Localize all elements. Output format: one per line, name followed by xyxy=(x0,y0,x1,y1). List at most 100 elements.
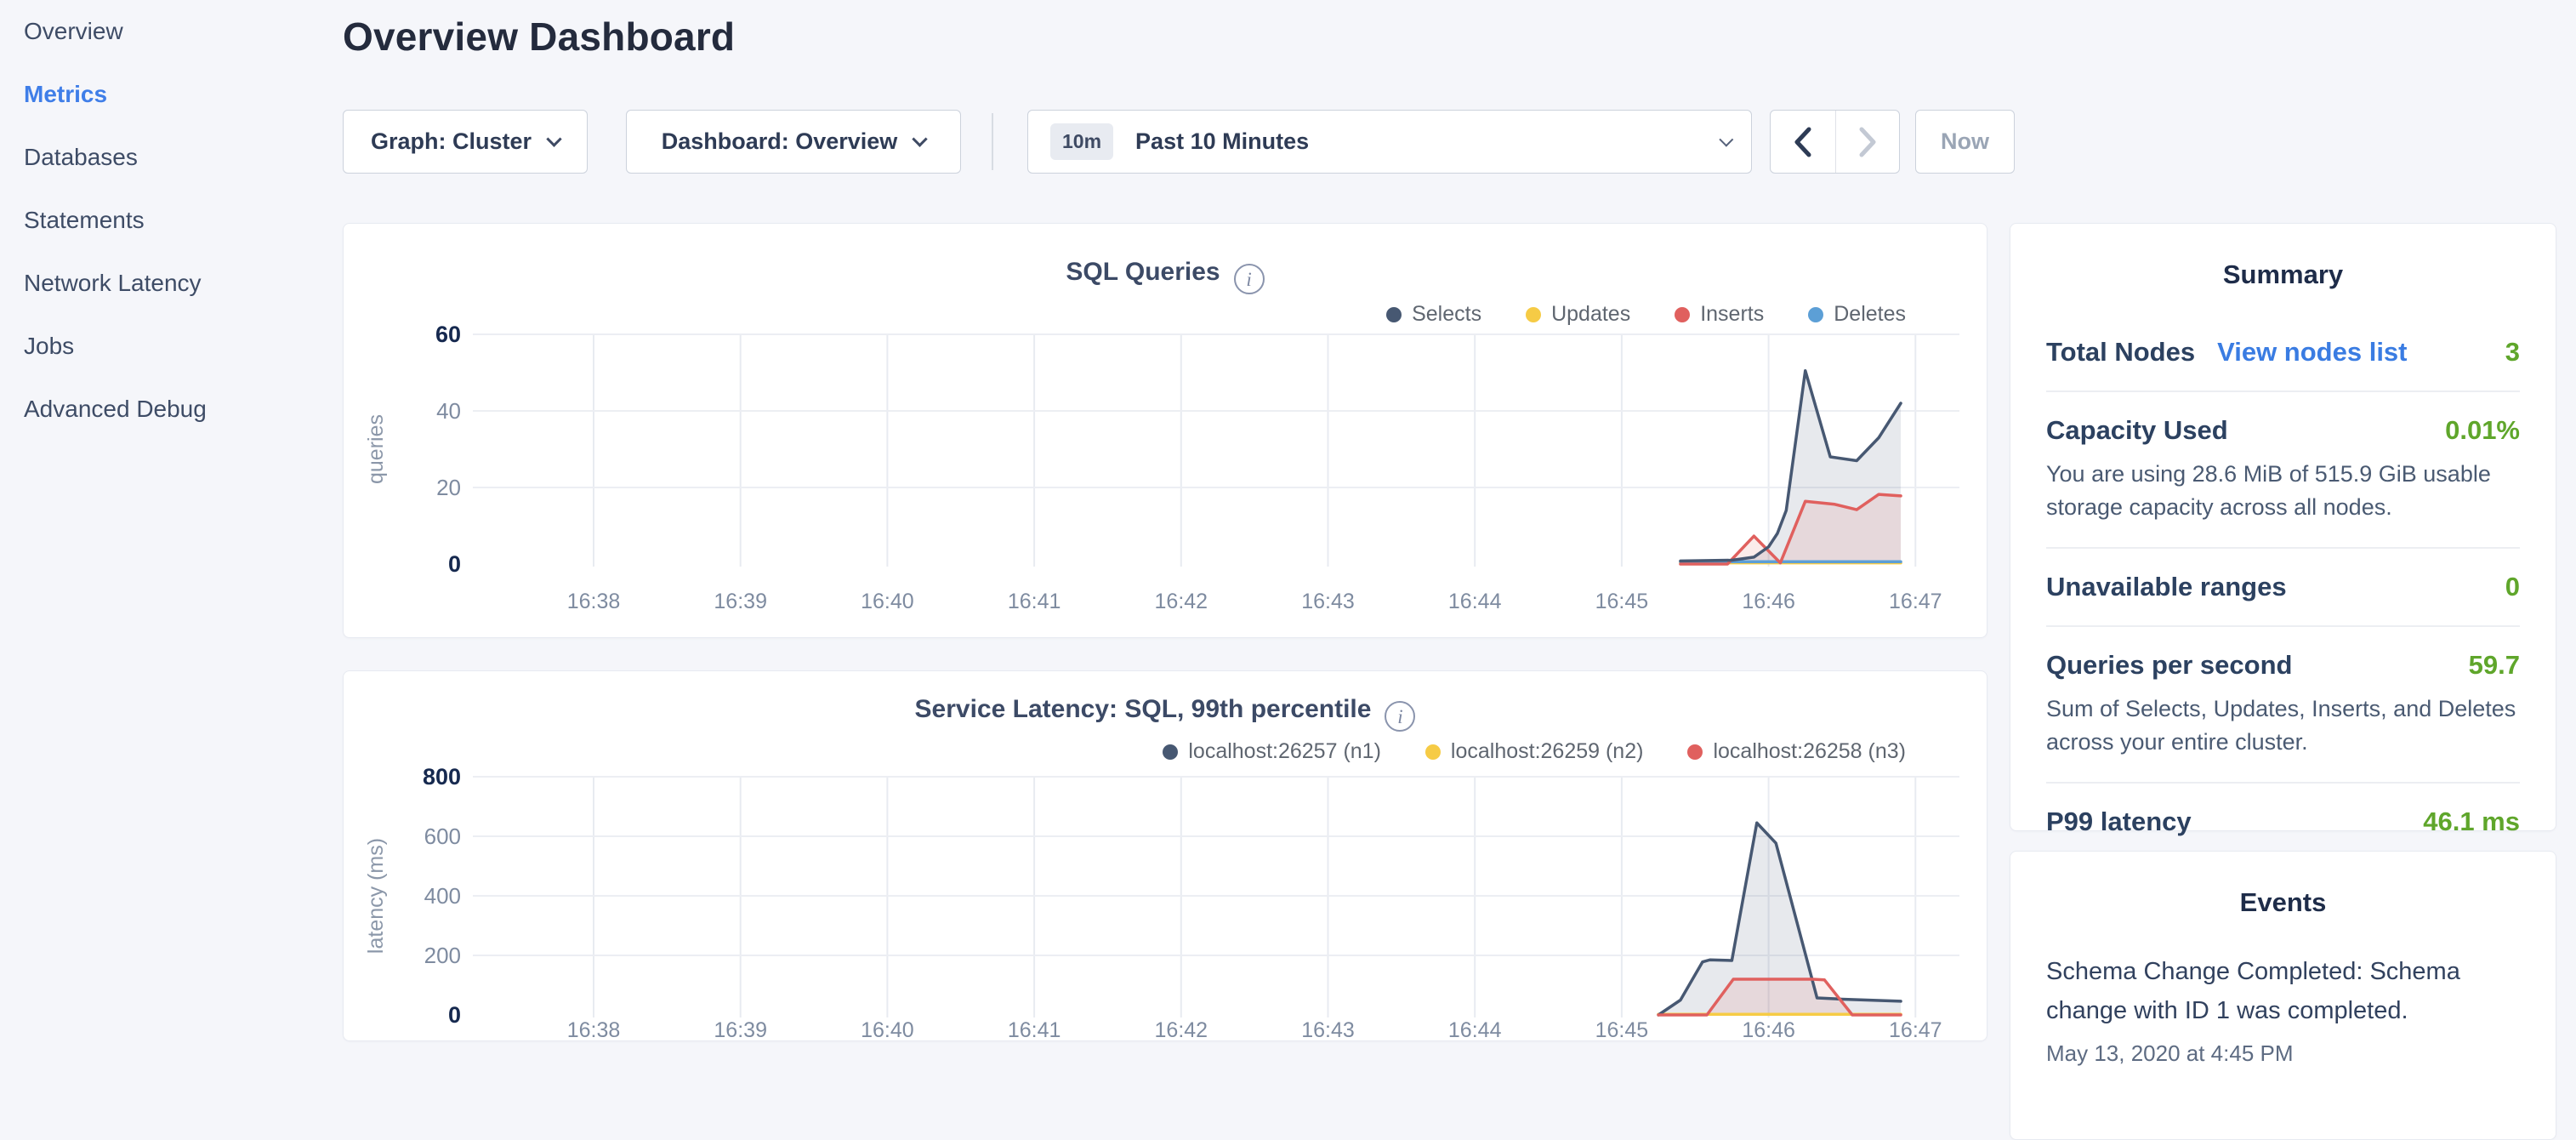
controls-divider xyxy=(992,113,993,170)
chevron-down-icon xyxy=(1719,132,1733,146)
time-window-select[interactable]: 10m Past 10 Minutes xyxy=(1027,110,1752,174)
sql-queries-chart-card: 16:3816:3916:4016:4116:4216:4316:4416:45… xyxy=(343,223,1987,638)
svg-text:16:47: 16:47 xyxy=(1889,590,1942,613)
sidebar-item-jobs[interactable]: Jobs xyxy=(24,333,313,358)
sidebar-item-statements[interactable]: Statements xyxy=(24,208,313,232)
svg-text:16:46: 16:46 xyxy=(1742,1018,1795,1042)
view-nodes-list-link[interactable]: View nodes list xyxy=(2217,337,2407,368)
svg-text:0: 0 xyxy=(448,1002,461,1028)
info-icon[interactable]: i xyxy=(1385,701,1415,732)
svg-text:16:40: 16:40 xyxy=(861,590,914,613)
legend-label: Selects xyxy=(1412,302,1481,327)
legend-item: Inserts xyxy=(1675,302,1764,327)
legend-dot-icon xyxy=(1386,307,1402,322)
time-step-back-button[interactable] xyxy=(1771,111,1835,173)
sql-queries-chart-title: SQL Queries xyxy=(1066,258,1220,286)
svg-text:20: 20 xyxy=(436,475,461,500)
legend-label: localhost:26258 (n3) xyxy=(1713,739,1906,764)
legend-dot-icon xyxy=(1425,744,1441,760)
chevron-left-icon xyxy=(1793,126,1813,158)
service-latency-legend: localhost:26257 (n1) localhost:26259 (n2)… xyxy=(1163,739,1906,764)
graph-dropdown[interactable]: Graph: Cluster xyxy=(343,110,588,174)
svg-text:800: 800 xyxy=(423,764,461,789)
time-step-forward-button[interactable] xyxy=(1835,111,1900,173)
sidebar-item-advanced-debug[interactable]: Advanced Debug xyxy=(24,396,313,421)
chevron-right-icon xyxy=(1857,126,1878,158)
legend-item: Deletes xyxy=(1808,302,1906,327)
summary-title: Summary xyxy=(2046,224,2520,290)
svg-text:16:40: 16:40 xyxy=(861,1018,914,1042)
service-latency-chart-card: 16:3816:3916:4016:4116:4216:4316:4416:45… xyxy=(343,670,1987,1041)
graph-dropdown-label: Graph: Cluster xyxy=(371,128,532,155)
summary-row: Total Nodes View nodes list 3 xyxy=(2046,314,2520,390)
summary-row-value: 46.1 ms xyxy=(2423,807,2520,837)
legend-label: localhost:26257 (n1) xyxy=(1188,739,1381,764)
summary-row-label: Capacity Used xyxy=(2046,415,2228,446)
svg-text:16:42: 16:42 xyxy=(1155,590,1208,613)
svg-text:16:43: 16:43 xyxy=(1301,1018,1355,1042)
svg-text:40: 40 xyxy=(436,398,461,424)
svg-text:16:39: 16:39 xyxy=(714,590,767,613)
events-list: Schema Change Completed: Schema change w… xyxy=(2046,952,2520,1067)
page-title: Overview Dashboard xyxy=(343,14,735,60)
legend-label: localhost:26259 (n2) xyxy=(1451,739,1644,764)
summary-row-label: Queries per second xyxy=(2046,650,2292,681)
svg-text:16:38: 16:38 xyxy=(567,590,621,613)
summary-row: P99 latency46.1 ms xyxy=(2046,782,2520,860)
summary-row: Unavailable ranges0 xyxy=(2046,547,2520,625)
svg-text:queries: queries xyxy=(364,414,388,484)
time-window-label: Past 10 Minutes xyxy=(1135,128,1309,155)
summary-row-value: 3 xyxy=(2505,337,2520,368)
events-title: Events xyxy=(2046,852,2520,918)
chevron-down-icon xyxy=(546,131,561,146)
sidebar-item-metrics[interactable]: Metrics xyxy=(24,82,313,106)
legend-item: Selects xyxy=(1386,302,1481,327)
now-button[interactable]: Now xyxy=(1915,110,2015,174)
summary-rows: Total Nodes View nodes list 3 Capacity Used… xyxy=(2046,314,2520,860)
summary-row-description: You are using 28.6 MiB of 515.9 GiB usab… xyxy=(2046,458,2520,524)
svg-text:16:47: 16:47 xyxy=(1889,1018,1942,1042)
now-button-label: Now xyxy=(1941,128,1989,155)
summary-row: Capacity Used0.01%You are using 28.6 MiB… xyxy=(2046,390,2520,547)
summary-row-description: Sum of Selects, Updates, Inserts, and De… xyxy=(2046,693,2520,759)
sidebar-item-databases[interactable]: Databases xyxy=(24,145,313,169)
svg-text:16:38: 16:38 xyxy=(567,1018,621,1042)
svg-text:600: 600 xyxy=(424,824,461,849)
event-timestamp: May 13, 2020 at 4:45 PM xyxy=(2046,1040,2520,1067)
chart-title-row: Service Latency: SQL, 99th percentile i xyxy=(344,695,1987,732)
legend-dot-icon xyxy=(1808,307,1823,322)
legend-label: Inserts xyxy=(1700,302,1764,327)
legend-item: localhost:26258 (n3) xyxy=(1687,739,1906,764)
svg-text:16:45: 16:45 xyxy=(1595,590,1649,613)
event-item[interactable]: Schema Change Completed: Schema change w… xyxy=(2046,952,2520,1067)
chart-title-row: SQL Queries i xyxy=(344,258,1987,294)
sql-queries-legend: Selects Updates Inserts Deletes xyxy=(1386,302,1906,327)
info-icon[interactable]: i xyxy=(1234,264,1265,294)
events-panel: Events Schema Change Completed: Schema c… xyxy=(2010,851,2556,1140)
chevron-down-icon xyxy=(913,131,928,146)
summary-panel: Summary Total Nodes View nodes list 3 Capac… xyxy=(2010,223,2556,831)
sidebar-item-network-latency[interactable]: Network Latency xyxy=(24,271,313,295)
event-text: Schema Change Completed: Schema change w… xyxy=(2046,952,2520,1030)
time-step-buttons xyxy=(1770,110,1900,174)
svg-text:16:44: 16:44 xyxy=(1448,1018,1502,1042)
svg-text:400: 400 xyxy=(424,883,461,909)
summary-row-value: 59.7 xyxy=(2469,650,2520,681)
dashboard-dropdown[interactable]: Dashboard: Overview xyxy=(626,110,961,174)
service-latency-chart-title: Service Latency: SQL, 99th percentile xyxy=(915,695,1372,723)
summary-row: Queries per second 59.7 Sum of Selects, Up… xyxy=(2046,625,2520,782)
controls-bar: Graph: Cluster Dashboard: Overview 10m P… xyxy=(343,110,2044,174)
summary-row-value: 0 xyxy=(2505,572,2520,602)
svg-text:16:39: 16:39 xyxy=(714,1018,767,1042)
sidebar-item-overview[interactable]: Overview xyxy=(24,19,313,43)
sidebar-nav: Overview Metrics Databases Statements Networ… xyxy=(24,19,313,459)
legend-dot-icon xyxy=(1687,744,1703,760)
svg-text:0: 0 xyxy=(448,551,461,577)
legend-label: Deletes xyxy=(1834,302,1906,327)
svg-text:16:42: 16:42 xyxy=(1155,1018,1208,1042)
legend-dot-icon xyxy=(1675,307,1690,322)
legend-label: Updates xyxy=(1551,302,1630,327)
legend-item: localhost:26257 (n1) xyxy=(1163,739,1381,764)
summary-row-label: Total Nodes xyxy=(2046,337,2195,368)
svg-text:16:43: 16:43 xyxy=(1301,590,1355,613)
